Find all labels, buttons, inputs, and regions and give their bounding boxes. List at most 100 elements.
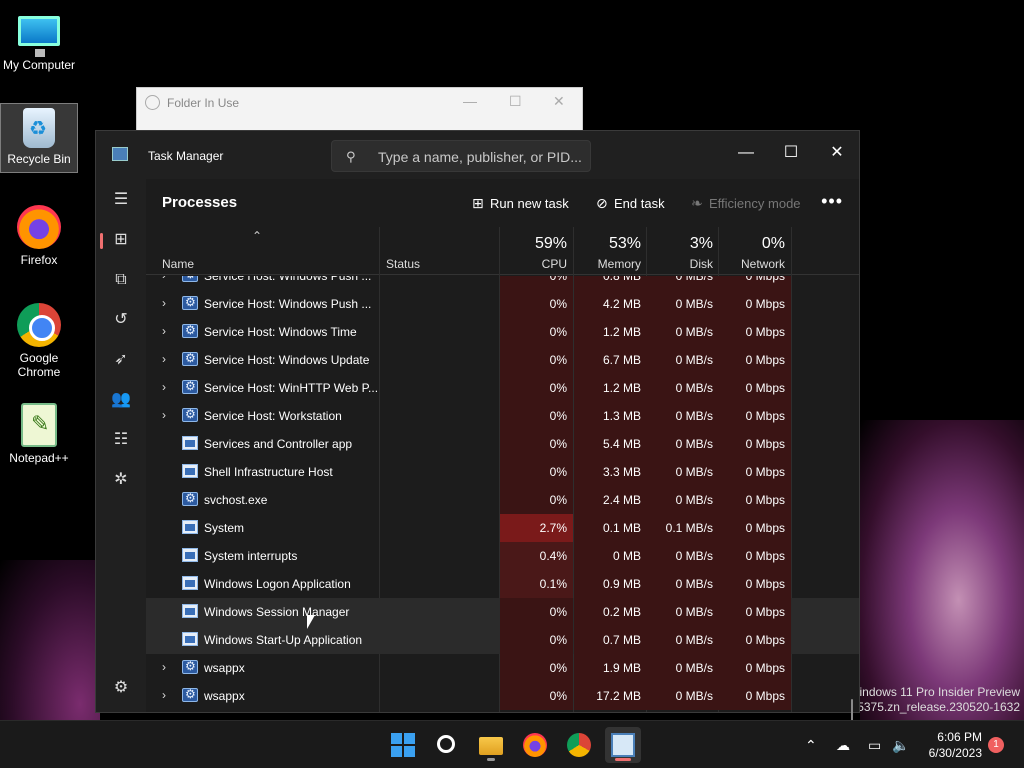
cell-cpu: 0% [500, 346, 573, 374]
column-disk[interactable]: Disk [647, 257, 713, 271]
table-row[interactable]: Windows Logon Application 0.1% 0.9 MB 0 MB/… [146, 570, 859, 598]
table-row[interactable]: ›Service Host: Windows Update0%6.7 MB0 M… [146, 346, 859, 374]
sort-up-icon[interactable]: ⌃ [252, 229, 262, 243]
watermark-line-2: 25375.zn_release.230520-1632 [850, 700, 1020, 714]
expand-chevron-icon[interactable]: › [162, 324, 166, 338]
run-new-task-label: Run new task [490, 196, 569, 211]
nav-performance-icon[interactable]: ⧉ [106, 265, 136, 295]
table-row[interactable]: › wsappx 0%1.9 MB0 MB/s0 Mbps [146, 654, 859, 682]
cell-mem: 1.2 MB [574, 374, 647, 402]
desktop-icon-recycle-bin[interactable]: Recycle Bin [0, 103, 78, 173]
cell-disk: 0 MB/s [647, 486, 719, 514]
run-new-task-icon: ⊞ [472, 195, 484, 211]
efficiency-mode-button[interactable]: ❧ Efficiency mode [691, 193, 801, 213]
start-button[interactable] [385, 727, 421, 763]
table-row[interactable]: Services and Controller app 0% 5.4 MB 0 MB/… [146, 430, 859, 458]
table-row[interactable]: Windows Start-Up Application 0% 0.7 MB 0 MB… [146, 626, 859, 654]
expand-chevron-icon[interactable]: › [162, 296, 166, 310]
close-button[interactable]: ✕ [821, 139, 853, 167]
expand-chevron-icon[interactable]: › [162, 352, 166, 366]
end-task-button[interactable]: ⊘ End task [596, 193, 665, 213]
nav-processes-icon[interactable]: ⊞ [106, 225, 136, 255]
title-bar[interactable]: Task Manager ⚲ — ☐ ✕ [96, 131, 859, 179]
running-indicator [615, 758, 631, 761]
onedrive-cloud-icon[interactable]: ☁ [836, 721, 850, 768]
expand-chevron-icon[interactable]: › [162, 660, 166, 674]
run-new-task-button[interactable]: ⊞ Run new task [472, 193, 569, 213]
table-row[interactable]: System 2.7% 0.1 MB 0.1 MB/s 0 Mbps [146, 514, 859, 542]
taskbar-search-button[interactable] [429, 727, 465, 763]
expand-chevron-icon[interactable]: › [162, 408, 166, 422]
nav-startup-apps-icon[interactable]: ➶ [106, 345, 136, 375]
notification-badge[interactable]: 1 [988, 737, 1004, 753]
close-icon[interactable]: ✕ [553, 93, 565, 110]
process-name: Windows Session Manager [204, 605, 350, 619]
desktop-icon-label: Google Chrome [17, 351, 61, 379]
column-name[interactable]: Name [162, 257, 194, 271]
table-row[interactable]: › wsappx 0%17.2 MB0 MB/s0 Mbps [146, 682, 859, 710]
process-name: Shell Infrastructure Host [204, 465, 333, 479]
search-box[interactable]: ⚲ [331, 140, 591, 172]
network-icon[interactable]: ▭ [868, 721, 881, 768]
nav-users-icon[interactable]: 👥 [106, 385, 136, 415]
task-manager-window[interactable]: Task Manager ⚲ — ☐ ✕ ☰ ⊞ ⧉ ↺ ➶ 👥 ☷ ✲ ⚙ P… [95, 130, 860, 744]
search-icon: ⚲ [346, 149, 356, 164]
column-memory[interactable]: Memory [574, 257, 641, 271]
column-network[interactable]: Network [719, 257, 785, 271]
maximize-button[interactable]: ☐ [775, 139, 807, 167]
service-gear-icon [182, 351, 198, 366]
process-name: Service Host: Windows Push ... [204, 276, 372, 283]
table-row[interactable]: svchost.exe 0%2.4 MB0 MB/s0 Mbps [146, 486, 859, 514]
service-gear-icon [182, 276, 198, 282]
cell-cpu: 0.4% [500, 542, 573, 570]
network-total[interactable]: 0% [719, 235, 785, 253]
volume-icon[interactable]: 🔈 [892, 721, 909, 768]
column-cpu[interactable]: CPU [500, 257, 567, 271]
system-clock[interactable]: 6:06 PM 6/30/2023 [929, 729, 982, 761]
more-options-button[interactable]: ••• [821, 191, 843, 212]
memory-total[interactable]: 53% [574, 235, 641, 253]
table-row[interactable]: ›Service Host: Windows Push ...0%4.2 MB0… [146, 290, 859, 318]
taskbar-file-explorer[interactable] [473, 727, 509, 763]
nav-details-icon[interactable]: ☷ [106, 425, 136, 455]
table-row[interactable]: ›Service Host: Windows Push ...0%0.8 MB0… [146, 276, 859, 290]
disk-total[interactable]: 3% [647, 235, 713, 253]
desktop-icon-chrome[interactable]: Google Chrome [0, 303, 78, 379]
search-icon [437, 735, 455, 753]
table-row[interactable]: System interrupts 0.4% 0 MB 0 MB/s 0 Mbps [146, 542, 859, 570]
nav-settings-gear-icon[interactable]: ⚙ [106, 673, 136, 703]
clock-icon [145, 95, 160, 110]
nav-services-icon[interactable]: ✲ [106, 465, 136, 495]
nav-app-history-icon[interactable]: ↺ [106, 305, 136, 335]
expand-chevron-icon[interactable]: › [162, 276, 166, 282]
show-hidden-icons-chevron-icon[interactable]: ⌃ [805, 721, 817, 768]
app-window-icon [182, 604, 198, 618]
cell-mem: 1.9 MB [574, 654, 647, 682]
desktop-icon-notepad[interactable]: Notepad++ [0, 403, 78, 465]
table-row[interactable]: Windows Session Manager 0% 0.2 MB 0 MB/s 0 M… [146, 598, 859, 626]
running-indicator [487, 758, 495, 761]
expand-chevron-icon[interactable]: › [162, 688, 166, 702]
taskbar-task-manager[interactable] [605, 727, 641, 763]
expand-chevron-icon[interactable]: › [162, 380, 166, 394]
taskbar-firefox[interactable] [517, 727, 553, 763]
hamburger-menu-icon[interactable]: ☰ [106, 185, 136, 215]
cell-cpu: 0% [500, 682, 573, 710]
column-status[interactable]: Status [386, 257, 420, 271]
cell-disk: 0 MB/s [647, 346, 719, 374]
minimize-icon[interactable]: — [463, 93, 477, 109]
desktop-icon-firefox[interactable]: Firefox [0, 205, 78, 267]
table-row[interactable]: › Service Host: Windows Time 0%1.2 MB0 MB/… [146, 318, 859, 346]
table-row[interactable]: › Service Host: Workstation 0%1.3 MB0 MB/s… [146, 402, 859, 430]
nav-active-indicator [100, 233, 103, 249]
table-row[interactable]: Shell Infrastructure Host 0% 3.3 MB 0 MB/s 0… [146, 458, 859, 486]
search-input[interactable] [378, 147, 588, 167]
taskbar-chrome[interactable] [561, 727, 597, 763]
cell-cpu: 0% [500, 654, 573, 682]
desktop-icon-my-computer[interactable]: My Computer [0, 8, 78, 72]
table-row[interactable]: ›Service Host: WinHTTP Web P...0%1.2 MB0… [146, 374, 859, 402]
cpu-total[interactable]: 59% [500, 235, 567, 253]
app-window-icon [182, 464, 198, 478]
maximize-icon[interactable]: ☐ [509, 93, 522, 110]
minimize-button[interactable]: — [730, 139, 762, 167]
